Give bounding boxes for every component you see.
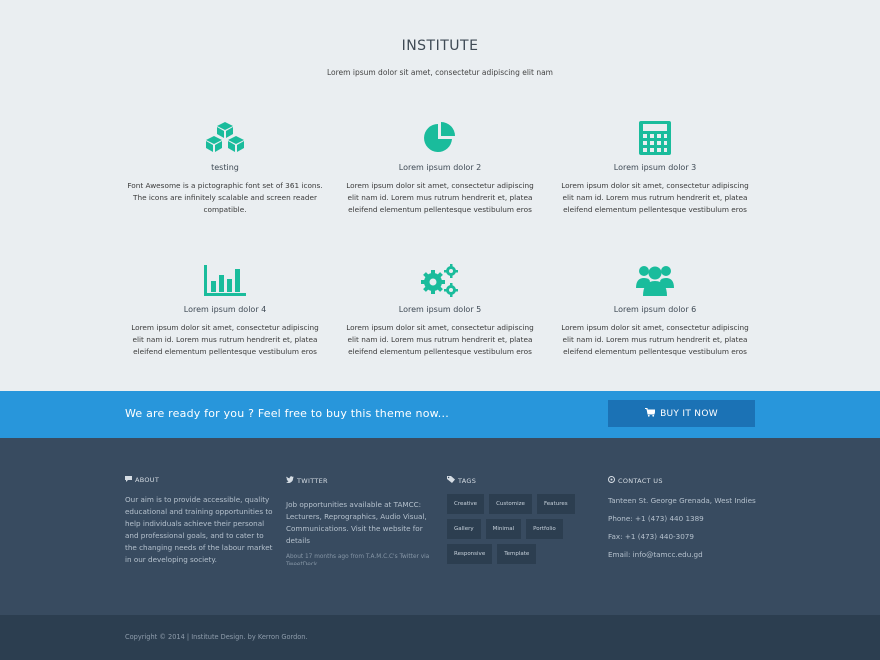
tag-list: Creative Customize Features Gallery Mini… [447,494,597,564]
twitter-icon [286,476,294,485]
contact-address: Tanteen St. George Grenada, West Indies [608,496,756,505]
feature-text: Font Awesome is a pictographic font set … [127,181,323,214]
bar-chart-icon [125,262,325,298]
footer-twitter: TWITTER Job opportunities available at T… [286,476,436,565]
feature-title: Lorem ipsum dolor 2 [398,163,482,172]
feature-text: Lorem ipsum dolor sit amet, consectetur … [131,323,319,356]
tags-icon [447,476,455,485]
tweet-meta[interactable]: About 17 months ago from T.A.M.C.C's Twi… [286,553,436,565]
feature-title: Lorem ipsum dolor 4 [183,305,267,314]
cogs-icon [340,262,540,298]
about-text: Our aim is to provide accessible, qualit… [125,495,273,564]
email-link[interactable]: info@tamcc.edu.gd [633,550,703,559]
feature-item: Lorem ipsum dolor 6 Lorem ipsum dolor si… [555,262,755,358]
cta-message: We are ready for you ? Feel free to buy … [125,407,449,420]
services-section: INSTITUTE Lorem ipsum dolor sit amet, co… [0,0,880,391]
contact-email: Email: info@tamcc.edu.gd [608,550,703,559]
calculator-icon [555,120,755,156]
cta-banner: We are ready for you ? Feel free to buy … [0,391,880,438]
feature-item: Lorem ipsum dolor 4 Lorem ipsum dolor si… [125,262,325,358]
feature-item: testing Font Awesome is a pictographic f… [125,120,325,216]
feature-item: Lorem ipsum dolor 3 Lorem ipsum dolor si… [555,120,755,216]
feature-text: Lorem ipsum dolor sit amet, consectetur … [561,323,749,356]
tag-item[interactable]: Template [497,544,537,564]
tag-item[interactable]: Customize [489,494,532,514]
contact-heading: CONTACT US [608,476,758,485]
feature-item: Lorem ipsum dolor 2 Lorem ipsum dolor si… [340,120,540,216]
section-subtitle: Lorem ipsum dolor sit amet, consectetur … [327,68,553,77]
cubes-icon [125,120,325,156]
footer-about: ABOUT Our aim is to provide accessible, … [125,476,275,566]
tag-item[interactable]: Responsive [447,544,493,564]
footer-tags: TAGS Creative Customize Features Gallery… [447,476,597,564]
copyright-text: Copyright © 2014 | Institute Design. by … [125,633,308,641]
info-circle-icon [608,476,615,485]
group-icon [555,262,755,298]
tags-heading: TAGS [447,476,597,485]
tag-item[interactable]: Minimal [485,519,522,539]
contact-fax: Fax: +1 (473) 440-3079 [608,532,694,541]
footer-contact: CONTACT US Tanteen St. George Grenada, W… [608,476,758,567]
feature-title: testing [211,163,239,172]
twitter-heading: TWITTER [286,476,436,485]
feature-title: Lorem ipsum dolor 3 [613,163,697,172]
comment-icon [125,476,132,484]
cart-icon [645,407,656,420]
about-heading: ABOUT [125,476,275,484]
feature-text: Lorem ipsum dolor sit amet, consectetur … [346,323,534,356]
pie-chart-icon [340,120,540,156]
feature-text: Lorem ipsum dolor sit amet, consectetur … [346,181,534,214]
feature-item: Lorem ipsum dolor 5 Lorem ipsum dolor si… [340,262,540,358]
bottom-bar: Copyright © 2014 | Institute Design. by … [0,615,880,660]
footer: ABOUT Our aim is to provide accessible, … [0,438,880,615]
buy-now-button[interactable]: BUY IT NOW [608,400,755,427]
feature-title: Lorem ipsum dolor 6 [613,305,697,314]
tag-item[interactable]: Gallery [447,519,481,539]
tag-item[interactable]: Features [536,494,575,514]
buy-now-label: BUY IT NOW [660,408,718,419]
contact-phone: Phone: +1 (473) 440 1389 [608,514,704,523]
tag-item[interactable]: Creative [447,494,485,514]
feature-text: Lorem ipsum dolor sit amet, consectetur … [561,181,749,214]
tweet-text[interactable]: Job opportunities available at TAMCC: Le… [286,499,436,547]
feature-title: Lorem ipsum dolor 5 [398,305,482,314]
section-title: INSTITUTE [401,38,479,54]
tag-item[interactable]: Portfolio [526,519,563,539]
